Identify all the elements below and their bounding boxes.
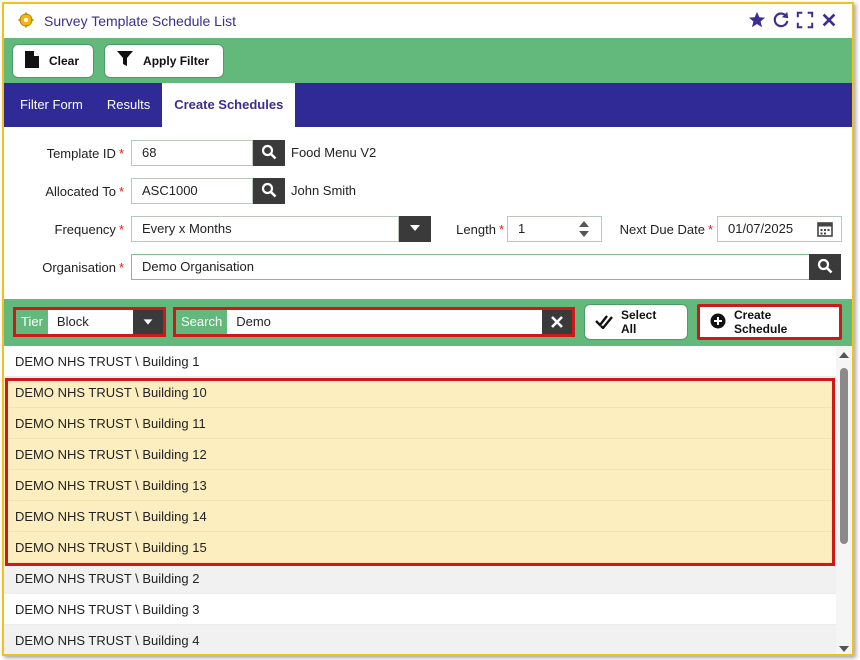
- close-icon[interactable]: [820, 11, 838, 29]
- create-schedule-button[interactable]: Create Schedule: [697, 304, 842, 340]
- length-label: Length *: [456, 222, 504, 237]
- search-icon: [261, 182, 277, 201]
- search-input[interactable]: Demo: [227, 310, 542, 334]
- list-item[interactable]: DEMO NHS TRUST \ Building 13: [4, 470, 836, 501]
- template-name-text: Food Menu V2: [291, 145, 377, 160]
- list-filter-bar: Tier Block Search Demo Select All Create…: [4, 299, 852, 346]
- list-item[interactable]: DEMO NHS TRUST \ Building 3: [4, 594, 836, 625]
- tier-value: Block: [56, 314, 89, 329]
- frequency-label: Frequency *: [54, 222, 124, 237]
- scroll-up-arrow-icon[interactable]: [839, 352, 849, 358]
- list-item[interactable]: DEMO NHS TRUST \ Building 4: [4, 625, 836, 654]
- list-item[interactable]: DEMO NHS TRUST \ Building 12: [4, 439, 836, 470]
- list-item[interactable]: DEMO NHS TRUST \ Building 14: [4, 501, 836, 532]
- calendar-icon[interactable]: [817, 221, 833, 240]
- search-label: Search: [176, 310, 228, 334]
- organisation-search-button[interactable]: [809, 254, 841, 280]
- frequency-dropdown-button[interactable]: [399, 216, 431, 242]
- select-all-button[interactable]: Select All: [584, 304, 688, 340]
- allocated-person-text: John Smith: [291, 183, 357, 198]
- tab-create-schedules[interactable]: Create Schedules: [162, 83, 296, 127]
- location-list: DEMO NHS TRUST \ Building 1 DEMO NHS TRU…: [4, 346, 836, 654]
- allocated-to-input[interactable]: ASC1000: [131, 178, 253, 204]
- tab-bar: Filter Form Results Create Schedules: [4, 83, 852, 127]
- filter-funnel-icon: [117, 51, 134, 70]
- settings-gear-icon: [18, 12, 34, 31]
- list-item[interactable]: DEMO NHS TRUST \ Building 1: [4, 346, 836, 377]
- clear-search-icon[interactable]: [542, 310, 572, 334]
- template-id-label: Template ID *: [46, 146, 124, 161]
- scrollbar-thumb[interactable]: [840, 368, 848, 544]
- template-id-input[interactable]: 68: [131, 140, 253, 166]
- list-item[interactable]: DEMO NHS TRUST \ Building 10: [4, 377, 836, 408]
- search-icon: [817, 258, 833, 277]
- dialog-window: Survey Template Schedule List Clear Appl…: [2, 2, 854, 656]
- clear-button-label: Clear: [49, 53, 80, 68]
- document-icon: [25, 50, 39, 71]
- tier-label: Tier: [16, 310, 48, 334]
- tier-select[interactable]: Tier Block: [13, 307, 166, 337]
- list-item[interactable]: DEMO NHS TRUST \ Building 2: [4, 563, 836, 594]
- create-schedule-form: Template ID * 68 Food Menu V2 Allocated T…: [4, 127, 852, 299]
- window-title: Survey Template Schedule List: [44, 13, 236, 29]
- title-bar: Survey Template Schedule List: [4, 4, 852, 38]
- search-field[interactable]: Search Demo: [173, 307, 575, 337]
- list-item[interactable]: DEMO NHS TRUST \ Building 15: [4, 532, 836, 563]
- select-all-label: Select All: [621, 308, 657, 336]
- tab-results[interactable]: Results: [95, 83, 162, 127]
- list-item[interactable]: DEMO NHS TRUST \ Building 11: [4, 408, 836, 439]
- double-check-icon: [595, 313, 613, 332]
- apply-filter-button-label: Apply Filter: [143, 53, 210, 68]
- tab-filter-form[interactable]: Filter Form: [8, 83, 95, 127]
- refresh-icon[interactable]: [772, 11, 790, 29]
- search-icon: [261, 144, 277, 163]
- apply-filter-button[interactable]: Apply Filter: [104, 43, 225, 78]
- list-scrollbar[interactable]: [836, 346, 852, 654]
- clear-button[interactable]: Clear: [12, 43, 95, 78]
- toolbar: Clear Apply Filter: [4, 38, 852, 83]
- organisation-label: Organisation *: [42, 260, 124, 275]
- organisation-input[interactable]: Demo Organisation: [131, 254, 811, 280]
- allocated-to-label: Allocated To *: [45, 184, 124, 199]
- frequency-select[interactable]: Every x Months: [131, 216, 399, 242]
- maximize-icon[interactable]: [796, 11, 814, 29]
- chevron-down-icon: [407, 220, 423, 239]
- plus-circle-icon: [710, 313, 726, 332]
- stepper-arrows-icon[interactable]: [578, 219, 590, 242]
- allocated-to-search-button[interactable]: [253, 178, 285, 204]
- next-due-date-label: Next Due Date *: [619, 222, 713, 237]
- favourite-star-icon[interactable]: [748, 11, 766, 29]
- chevron-down-icon[interactable]: [133, 310, 163, 334]
- template-id-search-button[interactable]: [253, 140, 285, 166]
- create-schedule-label: Create Schedule: [734, 308, 788, 336]
- scroll-down-arrow-icon[interactable]: [839, 646, 849, 652]
